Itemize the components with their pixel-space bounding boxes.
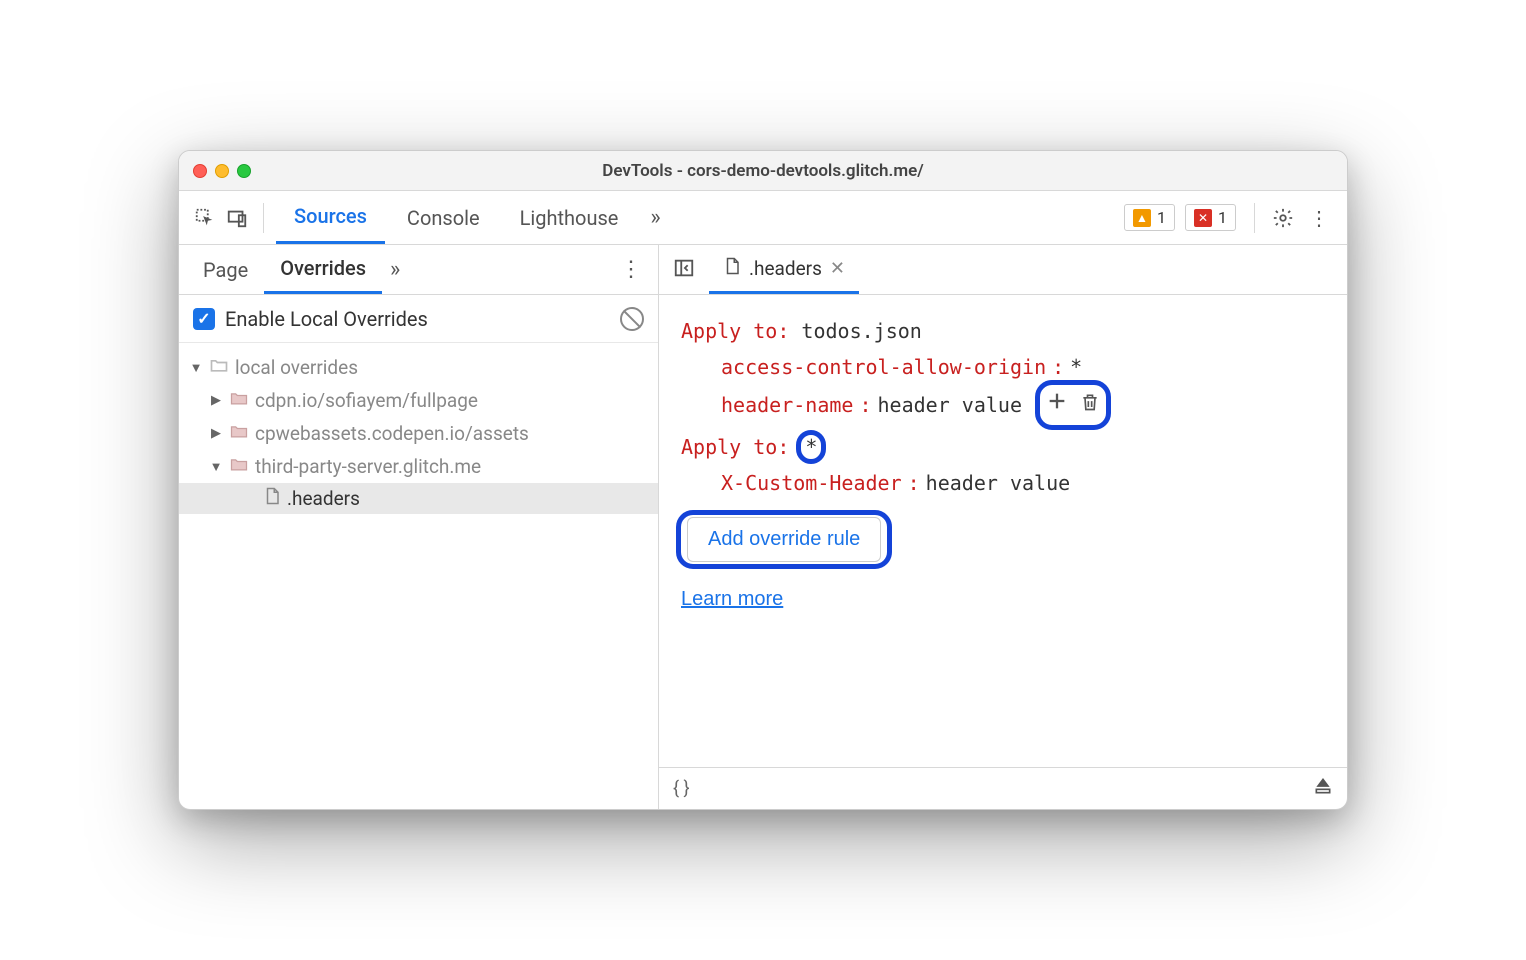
- pretty-print-icon[interactable]: { }: [673, 778, 690, 799]
- editor-panel: .headers ✕ Apply to: todos.json access-c…: [659, 245, 1347, 809]
- enable-overrides-checkbox[interactable]: ✓: [193, 308, 215, 330]
- folder-icon: [229, 454, 249, 479]
- kebab-menu-icon[interactable]: ⋮: [1303, 206, 1335, 230]
- clear-overrides-icon[interactable]: [620, 307, 644, 331]
- tree-label: third-party-server.glitch.me: [255, 455, 481, 478]
- chevron-right-icon: ▶: [209, 426, 223, 441]
- editor-tab-headers[interactable]: .headers ✕: [709, 245, 859, 294]
- tree-folder-item[interactable]: ▶ cdpn.io/sofiayem/fullpage: [179, 384, 658, 417]
- tab-sources[interactable]: Sources: [276, 191, 385, 244]
- chevron-down-icon: ▼: [189, 360, 203, 376]
- header-value: header value: [878, 387, 1023, 423]
- titlebar: DevTools - cors-demo-devtools.glitch.me/: [179, 151, 1347, 191]
- header-name: X-Custom-Header: [721, 465, 902, 501]
- error-icon: ✕: [1194, 209, 1212, 227]
- header-value: *: [1070, 349, 1082, 385]
- tree-label: cdpn.io/sofiayem/fullpage: [255, 389, 478, 412]
- learn-more-link[interactable]: Learn more: [681, 588, 783, 610]
- chevron-down-icon: ▼: [209, 459, 223, 475]
- warning-icon: ▲: [1133, 209, 1151, 227]
- subtab-overrides[interactable]: Overrides: [264, 245, 382, 294]
- divider: [1254, 203, 1255, 233]
- tree-folder-item[interactable]: ▼ third-party-server.glitch.me: [179, 450, 658, 483]
- folder-open-icon: [209, 355, 229, 380]
- editor-statusbar: { }: [659, 767, 1347, 809]
- tab-console[interactable]: Console: [389, 191, 498, 244]
- navigator-kebab-icon[interactable]: ⋮: [612, 257, 650, 282]
- more-tabs-icon[interactable]: »: [640, 205, 670, 230]
- warnings-count: 1: [1157, 208, 1166, 227]
- subtab-page[interactable]: Page: [187, 245, 264, 294]
- window-title: DevTools - cors-demo-devtools.glitch.me/: [179, 161, 1347, 181]
- enable-overrides-row: ✓ Enable Local Overrides: [179, 295, 658, 343]
- apply-to-value: *: [801, 435, 821, 459]
- dock-side-icon[interactable]: [1313, 776, 1333, 801]
- editor-tabs: .headers ✕: [659, 245, 1347, 295]
- header-row[interactable]: access-control-allow-origin: *: [681, 349, 1325, 385]
- add-override-rule-button[interactable]: Add override rule: [687, 517, 881, 562]
- warnings-badge[interactable]: ▲ 1: [1124, 204, 1175, 231]
- chevron-right-icon: ▶: [209, 393, 223, 408]
- header-name: access-control-allow-origin: [721, 349, 1046, 385]
- header-row[interactable]: X-Custom-Header: header value: [681, 465, 1325, 501]
- navigator-subtabs: Page Overrides » ⋮: [179, 245, 658, 295]
- main-toolbar: Sources Console Lighthouse » ▲ 1 ✕ 1 ⋮: [179, 191, 1347, 245]
- tree-label: .headers: [287, 487, 360, 510]
- tree-label: local overrides: [235, 356, 358, 379]
- header-actions-highlight: [1040, 385, 1106, 425]
- headers-editor: Apply to: todos.json access-control-allo…: [659, 295, 1347, 767]
- apply-to-row[interactable]: Apply to: *: [681, 429, 1325, 465]
- errors-count: 1: [1218, 208, 1227, 227]
- devtools-window: DevTools - cors-demo-devtools.glitch.me/…: [178, 150, 1348, 810]
- file-icon: [723, 257, 741, 280]
- header-value: header value: [926, 465, 1071, 501]
- enable-overrides-label: Enable Local Overrides: [225, 307, 428, 331]
- override-rule: Apply to: * X-Custom-Header: header valu…: [681, 429, 1325, 501]
- device-toolbar-icon[interactable]: [223, 204, 251, 232]
- tree-file-item[interactable]: .headers: [179, 483, 658, 514]
- apply-to-key: Apply to: [681, 435, 777, 459]
- header-name: header-name: [721, 387, 853, 423]
- apply-to-value: todos.json: [801, 319, 921, 343]
- tab-lighthouse[interactable]: Lighthouse: [502, 191, 637, 244]
- apply-to-key: Apply to: [681, 319, 777, 343]
- navigator-panel: Page Overrides » ⋮ ✓ Enable Local Overri…: [179, 245, 659, 809]
- override-rule: Apply to: todos.json access-control-allo…: [681, 313, 1325, 425]
- more-subtabs-icon[interactable]: »: [382, 257, 408, 282]
- toggle-navigator-icon[interactable]: [667, 257, 701, 283]
- apply-to-row[interactable]: Apply to: todos.json: [681, 313, 1325, 349]
- settings-gear-icon[interactable]: [1267, 207, 1299, 229]
- tree-folder-root[interactable]: ▼ local overrides: [179, 351, 658, 384]
- panel-body: Page Overrides » ⋮ ✓ Enable Local Overri…: [179, 245, 1347, 809]
- errors-badge[interactable]: ✕ 1: [1185, 204, 1236, 231]
- delete-header-icon[interactable]: [1080, 393, 1100, 417]
- tree-label: cpwebassets.codepen.io/assets: [255, 422, 529, 445]
- inspect-element-icon[interactable]: [191, 204, 219, 232]
- close-tab-icon[interactable]: ✕: [830, 258, 845, 279]
- add-header-icon[interactable]: [1046, 393, 1080, 417]
- file-icon: [263, 487, 281, 510]
- folder-icon: [229, 388, 249, 413]
- file-tree: ▼ local overrides ▶ cdpn.io/sofiayem/ful…: [179, 343, 658, 809]
- tree-folder-item[interactable]: ▶ cpwebassets.codepen.io/assets: [179, 417, 658, 450]
- folder-icon: [229, 421, 249, 446]
- editor-tab-label: .headers: [749, 257, 822, 280]
- add-rule-highlight: Add override rule: [681, 515, 887, 564]
- divider: [263, 203, 264, 233]
- header-row[interactable]: header-name: header value: [681, 385, 1325, 425]
